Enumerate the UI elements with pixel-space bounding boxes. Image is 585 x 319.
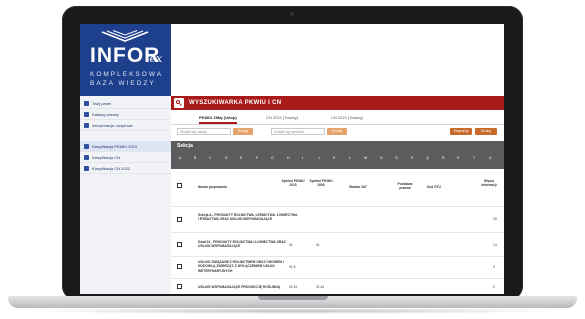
page-title: WYSZUKIWARKA PKWIU I CN bbox=[189, 100, 282, 106]
book-icon bbox=[84, 111, 89, 117]
row-checkbox[interactable] bbox=[177, 264, 182, 269]
camera-icon bbox=[290, 12, 294, 16]
print-button[interactable]: Drukuj bbox=[475, 128, 497, 135]
letter-s[interactable]: S bbox=[457, 156, 459, 160]
export-button[interactable]: Eksportuj bbox=[450, 128, 472, 135]
select-all-checkbox[interactable] bbox=[177, 183, 182, 188]
sidebar-item-label: Klasyfikacja CN 2022 bbox=[92, 165, 131, 171]
logo[interactable]: INFOR lex KOMPLEKSOWA BAZA WIEDZY bbox=[80, 24, 171, 96]
sidebar-item-label: Interpretacje urzędowe bbox=[92, 122, 133, 128]
table-row[interactable]: Dział 01 - PRODUKTY ROLNICTWA I ŁOWIECTW… bbox=[171, 232, 504, 257]
sidebar-item-label: Katalog wiedzy bbox=[92, 111, 119, 117]
letter-j[interactable]: J bbox=[318, 156, 320, 160]
page-header: WYSZUKIWARKA PKWIU I CN bbox=[171, 96, 504, 110]
row-description: Dział 01 - PRODUKTY ROLNICTWA I ŁOWIECTW… bbox=[198, 240, 286, 249]
sidebar-item-pkwiu[interactable]: Klasyfikacja PKWiU 2015 bbox=[80, 141, 171, 152]
row-count: 3 bbox=[493, 265, 495, 269]
column-more-info: Więcej informacji bbox=[481, 179, 497, 187]
symbol-search-button[interactable]: Szukaj bbox=[327, 128, 347, 135]
column-gtu: Kod GTU bbox=[427, 185, 441, 189]
section-title: Sekcja bbox=[177, 143, 193, 149]
screen: INFOR lex KOMPLEKSOWA BAZA WIEDZY Twój p… bbox=[80, 24, 504, 294]
logo-tex: lex bbox=[146, 52, 163, 65]
letter-b[interactable]: B bbox=[194, 156, 196, 160]
letter-u[interactable]: U bbox=[489, 156, 492, 160]
main-content: WYSZUKIWARKA PKWIU I CN PKWiU ZMaj (Urlo… bbox=[171, 24, 504, 294]
tab-cn-goods-2[interactable]: CN 2022 (Towary) bbox=[331, 115, 363, 120]
sidebar-item-label: Klasyfikacja PKWiU 2015 bbox=[92, 143, 138, 149]
section-header: Sekcja A B C D E F G H I J K L M N O P Q… bbox=[171, 141, 504, 169]
list-icon bbox=[84, 154, 89, 160]
sidebar-item-panel[interactable]: Twój panel bbox=[80, 98, 171, 109]
row-symbol-2015: 01.61 bbox=[289, 285, 298, 289]
row-symbol-2008: 01 bbox=[316, 243, 320, 247]
sidebar: INFOR lex KOMPLEKSOWA BAZA WIEDZY Twój p… bbox=[80, 24, 172, 294]
row-checkbox[interactable] bbox=[177, 284, 182, 289]
letter-h[interactable]: H bbox=[287, 156, 290, 160]
sidebar-menu: Twój panel Katalog wiedzy Interpretacje … bbox=[80, 98, 171, 174]
laptop-shadow bbox=[20, 308, 565, 314]
letter-d[interactable]: D bbox=[225, 156, 228, 160]
wings-icon bbox=[101, 30, 149, 42]
filter-bar: Znajdź wg nazwy Szukaj Znajdź wg symbolu… bbox=[171, 128, 504, 138]
table-row[interactable]: Sekcja A - PRODUKTY ROLNICTWA, LEŚNICTWA… bbox=[171, 206, 504, 233]
letter-t[interactable]: T bbox=[473, 156, 475, 160]
letter-n[interactable]: N bbox=[380, 156, 383, 160]
sidebar-spacer bbox=[80, 131, 171, 141]
column-headers: Nazwa grupowania Symbol PKWiU 2015 Symbo… bbox=[171, 179, 504, 197]
home-icon bbox=[84, 100, 89, 106]
symbol-search-input[interactable]: Znajdź wg symbolu bbox=[271, 128, 325, 135]
letter-g[interactable]: G bbox=[271, 156, 274, 160]
row-description: Sekcja A - PRODUKTY ROLNICTWA, LEŚNICTWA… bbox=[198, 213, 298, 222]
row-symbol-2008: 01.61 bbox=[316, 285, 325, 289]
sidebar-item-label: Twój panel bbox=[92, 100, 112, 106]
laptop-notch bbox=[258, 296, 328, 300]
sidebar-item-interpretations[interactable]: Interpretacje urzędowe bbox=[80, 120, 171, 131]
letter-filter: A B C D E F G H I J K L M N O P Q R S T bbox=[171, 156, 504, 164]
list-icon bbox=[84, 165, 89, 171]
sidebar-item-catalog[interactable]: Katalog wiedzy bbox=[80, 109, 171, 120]
tab-pkwiu[interactable]: PKWiU ZMaj (Urlop) bbox=[199, 115, 237, 124]
letter-c[interactable]: C bbox=[209, 156, 212, 160]
letter-e[interactable]: E bbox=[240, 156, 242, 160]
letter-i[interactable]: I bbox=[302, 156, 303, 160]
column-vat: Stawka VAT bbox=[349, 185, 367, 189]
row-checkbox[interactable] bbox=[177, 242, 182, 247]
column-legal-basis: Podstawa prawna bbox=[397, 182, 413, 190]
logo-subtitle-1: KOMPLEKSOWA bbox=[90, 71, 164, 78]
sidebar-item-cn[interactable]: Klasyfikacja CN bbox=[80, 152, 171, 163]
row-count: 2 bbox=[493, 285, 495, 289]
letter-f[interactable]: F bbox=[256, 156, 258, 160]
row-symbol-2015: 01.6 bbox=[289, 265, 296, 269]
table-row[interactable]: USŁUGI WSPOMAGAJĄCE PRODUKCJĘ ROŚLINNĄ 0… bbox=[171, 278, 504, 294]
column-symbol-2015: Symbol PKWiU 2015 bbox=[281, 179, 305, 187]
document-icon bbox=[84, 122, 89, 128]
letter-m[interactable]: M bbox=[364, 156, 367, 160]
letter-p[interactable]: P bbox=[411, 156, 413, 160]
logo-subtitle-2: BAZA WIEDZY bbox=[90, 80, 156, 87]
sidebar-item-cn-2022[interactable]: Klasyfikacja CN 2022 bbox=[80, 163, 171, 174]
column-name: Nazwa grupowania bbox=[198, 185, 227, 189]
search-icon bbox=[174, 98, 184, 108]
table-row[interactable]: USŁUGI ZWIĄZANE Z ROLNICTWEM ORAZ CHOWEM… bbox=[171, 256, 504, 279]
row-checkbox[interactable] bbox=[177, 217, 182, 222]
list-icon bbox=[84, 143, 89, 149]
letter-r[interactable]: R bbox=[442, 156, 445, 160]
name-search-button[interactable]: Szukaj bbox=[233, 128, 253, 135]
letter-q[interactable]: Q bbox=[426, 156, 429, 160]
letter-o[interactable]: O bbox=[395, 156, 398, 160]
column-symbol-2008: Symbol PKWiU 2008 bbox=[309, 179, 333, 187]
row-count: 15 bbox=[493, 217, 497, 221]
letter-k[interactable]: K bbox=[333, 156, 335, 160]
row-description: USŁUGI ZWIĄZANE Z ROLNICTWEM ORAZ CHOWEM… bbox=[198, 260, 284, 273]
letter-a[interactable]: A bbox=[179, 156, 181, 160]
row-symbol-2015: 01 bbox=[289, 243, 293, 247]
row-count: 14 bbox=[493, 243, 497, 247]
name-search-input[interactable]: Znajdź wg nazwy bbox=[177, 128, 231, 135]
tab-bar: PKWiU ZMaj (Urlop) CN 2022 (Towary) CN 2… bbox=[171, 113, 504, 125]
letter-l[interactable]: L bbox=[349, 156, 351, 160]
row-description: USŁUGI WSPOMAGAJĄCE PRODUKCJĘ ROŚLINNĄ bbox=[198, 285, 281, 289]
tab-cn-goods[interactable]: CN 2022 (Towary) bbox=[266, 115, 298, 120]
sidebar-item-label: Klasyfikacja CN bbox=[92, 154, 121, 160]
